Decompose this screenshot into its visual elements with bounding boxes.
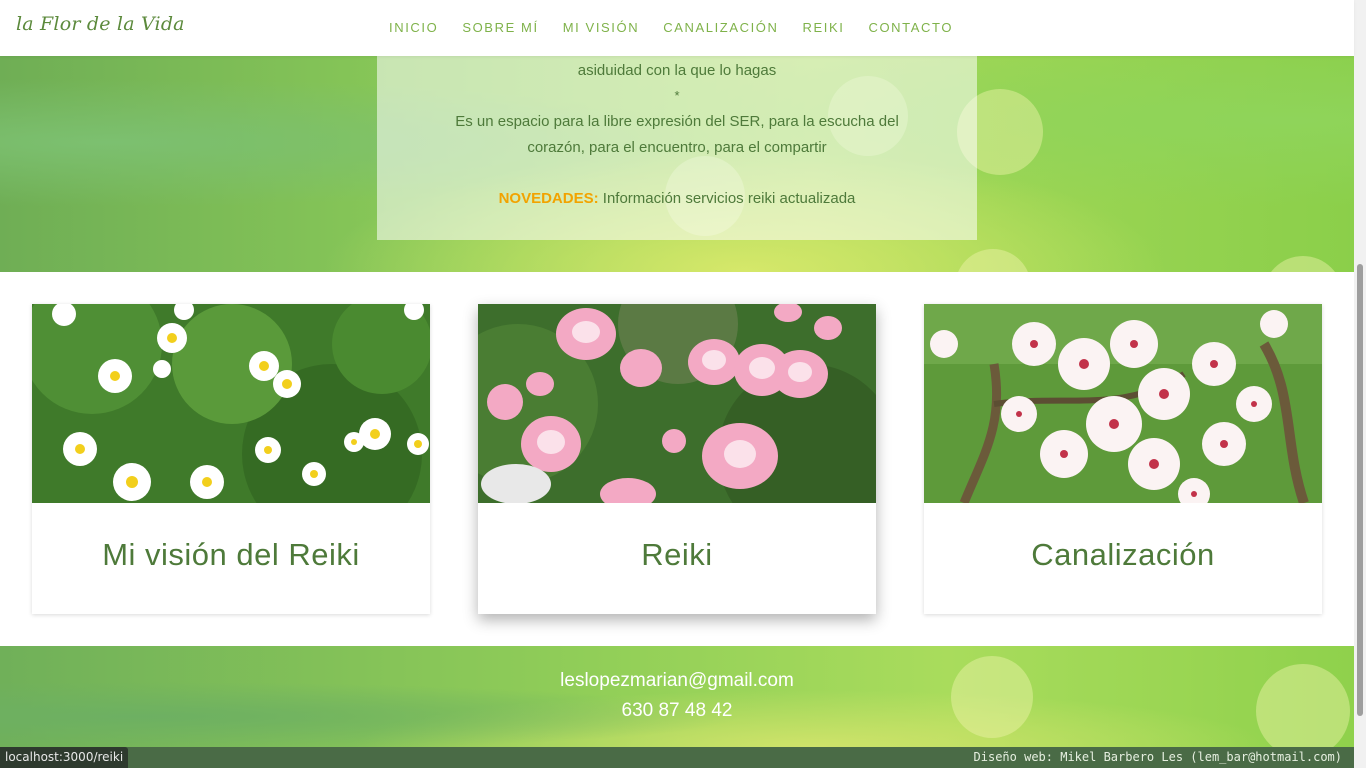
- scrollbar-thumb[interactable]: [1357, 264, 1363, 716]
- news-label: NOVEDADES:: [498, 190, 599, 207]
- cards-section: Mi visión del Reiki Reiki Canalización: [0, 272, 1354, 646]
- footer: leslopezmarian@gmail.com 630 87 48 42: [0, 646, 1354, 747]
- card-canalizacion[interactable]: Canalización: [924, 304, 1322, 614]
- credit-bar: Diseño web: Mikel Barbero Les (lem_bar@h…: [0, 747, 1354, 768]
- footer-email-link[interactable]: leslopezmarian@gmail.com: [0, 670, 1354, 692]
- design-credit: Diseño web: Mikel Barbero Les (lem_bar@h…: [973, 750, 1342, 764]
- nav-link-canalizacion[interactable]: CANALIZACIÓN: [663, 20, 778, 35]
- card-reiki[interactable]: Reiki: [478, 304, 876, 614]
- pink-tulips-photo: [478, 304, 876, 503]
- intro-line: asiduidad con la que lo hagas: [577, 62, 777, 79]
- card-title: Reiki: [641, 537, 713, 572]
- bokeh-circle: [1263, 256, 1343, 272]
- hero-banner: asiduidad con la que lo hagas * Es un es…: [0, 56, 1354, 272]
- intro-line: Es un espacio para la libre expresión de…: [455, 113, 899, 130]
- nav-menu: INICIO SOBRE MÍ MI VISIÓN CANALIZACIÓN R…: [389, 20, 977, 35]
- footer-phone: 630 87 48 42: [621, 700, 733, 721]
- news-text: Información servicios reiki actualizada: [598, 190, 856, 207]
- daisies-photo: [32, 304, 430, 503]
- nav-link-sobre-mi[interactable]: SOBRE MÍ: [462, 20, 538, 35]
- page-scrollbar[interactable]: [1354, 0, 1366, 768]
- navbar: la Flor de la Vida INICIO SOBRE MÍ MI VI…: [0, 0, 1354, 56]
- bokeh-circle: [955, 249, 1031, 272]
- almond-blossom-photo: [924, 304, 1322, 503]
- brand-logo-link[interactable]: la Flor de la Vida: [16, 13, 185, 35]
- intro-text-box: asiduidad con la que lo hagas * Es un es…: [377, 56, 977, 240]
- nav-link-inicio[interactable]: INICIO: [389, 20, 438, 35]
- bokeh-circle: [951, 656, 1033, 738]
- intro-separator: *: [674, 88, 680, 103]
- intro-line: corazón, para el encuentro, para el comp…: [527, 139, 827, 156]
- nav-link-reiki[interactable]: REIKI: [803, 20, 845, 35]
- card-title: Mi visión del Reiki: [102, 537, 360, 572]
- news-line: NOVEDADES: Información servicios reiki a…: [377, 186, 977, 212]
- card-title: Canalización: [1031, 537, 1215, 572]
- nav-link-contacto[interactable]: CONTACTO: [868, 20, 953, 35]
- browser-status-url: localhost:3000/reiki: [0, 747, 129, 768]
- card-mi-vision-del-reiki[interactable]: Mi visión del Reiki: [32, 304, 430, 614]
- nav-link-mi-vision[interactable]: MI VISIÓN: [563, 20, 640, 35]
